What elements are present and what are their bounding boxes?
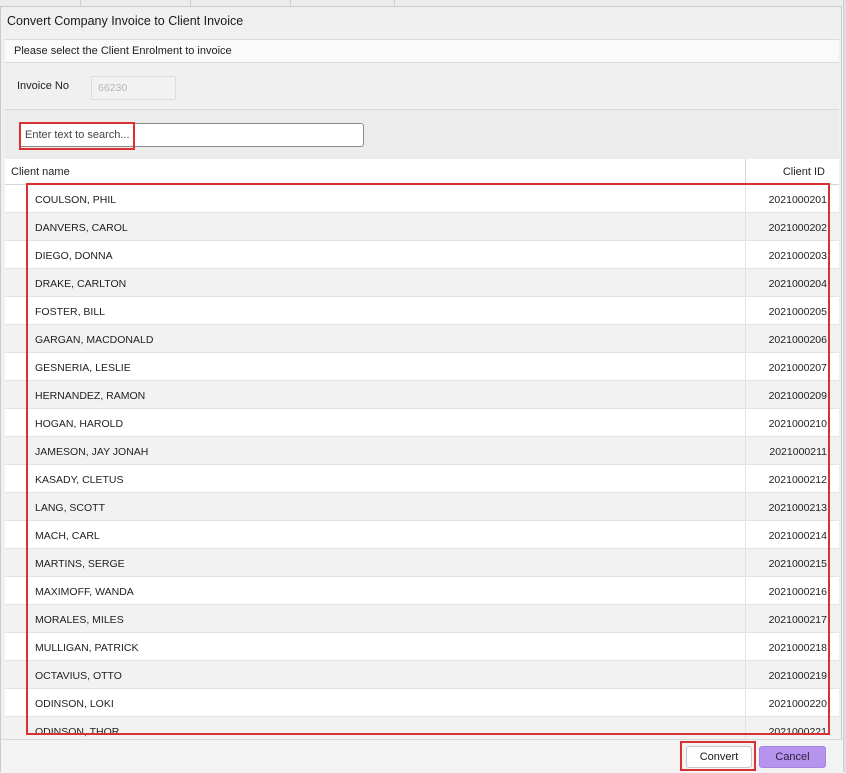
client-id-cell: 2021000217: [768, 614, 827, 626]
cell-divider: [745, 241, 746, 269]
table-row[interactable]: MARTINS, SERGE 2021000215: [5, 549, 839, 577]
search-box[interactable]: [19, 123, 364, 147]
grid-header: Client name Client ID: [5, 159, 839, 185]
client-name-cell: DRAKE, CARLTON: [35, 278, 127, 290]
cell-divider: [745, 297, 746, 325]
client-name-cell: ODINSON, THOR: [35, 726, 120, 738]
column-divider: [745, 159, 746, 185]
table-row[interactable]: FOSTER, BILL 2021000205: [5, 297, 839, 325]
cell-divider: [745, 437, 746, 465]
convert-invoice-dialog: Convert Company Invoice to Client Invoic…: [0, 6, 843, 773]
client-name-cell: HOGAN, HAROLD: [35, 418, 124, 430]
cell-divider: [745, 465, 746, 493]
table-row[interactable]: MORALES, MILES 2021000217: [5, 605, 839, 633]
table-row[interactable]: MACH, CARL 2021000214: [5, 521, 839, 549]
client-id-cell: 2021000206: [768, 334, 827, 346]
table-row[interactable]: ODINSON, THOR 2021000221: [5, 717, 839, 739]
cell-divider: [745, 353, 746, 381]
client-name-cell: MACH, CARL: [35, 530, 100, 542]
invoice-no-label: Invoice No: [17, 80, 69, 92]
table-row[interactable]: COULSON, PHIL 2021000201: [5, 185, 839, 213]
table-row[interactable]: DIEGO, DONNA 2021000203: [5, 241, 839, 269]
table-row[interactable]: JAMESON, JAY JONAH 2021000211: [5, 437, 839, 465]
cell-divider: [745, 717, 746, 739]
client-id-cell: 2021000203: [768, 250, 827, 262]
client-id-cell: 2021000219: [768, 670, 827, 682]
client-id-cell: 2021000218: [768, 642, 827, 654]
client-name-cell: MARTINS, SERGE: [35, 558, 125, 570]
client-id-cell: 2021000205: [768, 306, 827, 318]
client-id-cell: 2021000207: [768, 362, 827, 374]
table-row[interactable]: KASADY, CLETUS 2021000212: [5, 465, 839, 493]
table-row[interactable]: LANG, SCOTT 2021000213: [5, 493, 839, 521]
client-name-cell: COULSON, PHIL: [35, 194, 117, 206]
dialog-title: Convert Company Invoice to Client Invoic…: [7, 14, 244, 28]
client-id-cell: 2021000211: [769, 446, 827, 458]
client-name-cell: MAXIMOFF, WANDA: [35, 586, 134, 598]
client-id-cell: 2021000213: [768, 502, 827, 514]
invoice-no-field: 66230: [91, 76, 176, 100]
cell-divider: [745, 633, 746, 661]
client-id-cell: 2021000215: [768, 558, 827, 570]
client-name-cell: DIEGO, DONNA: [35, 250, 113, 262]
cell-divider: [745, 521, 746, 549]
client-id-cell: 2021000201: [768, 194, 827, 206]
client-name-cell: ODINSON, LOKI: [35, 698, 114, 710]
client-name-cell: DANVERS, CAROL: [35, 222, 128, 234]
client-id-cell: 2021000209: [768, 390, 827, 402]
column-header-client-id[interactable]: Client ID: [783, 166, 825, 178]
cell-divider: [745, 325, 746, 353]
client-name-cell: GARGAN, MACDONALD: [35, 334, 154, 346]
cell-divider: [745, 409, 746, 437]
cell-divider: [745, 689, 746, 717]
table-row[interactable]: MULLIGAN, PATRICK 2021000218: [5, 633, 839, 661]
instruction-bar: Please select the Client Enrolment to in…: [5, 39, 839, 63]
client-id-cell: 2021000221: [768, 726, 827, 738]
cell-divider: [745, 269, 746, 297]
table-row[interactable]: DANVERS, CAROL 2021000202: [5, 213, 839, 241]
search-panel: [5, 109, 839, 159]
client-name-cell: MULLIGAN, PATRICK: [35, 642, 139, 654]
table-row[interactable]: GESNERIA, LESLIE 2021000207: [5, 353, 839, 381]
client-name-cell: OCTAVIUS, OTTO: [35, 670, 122, 682]
table-row[interactable]: OCTAVIUS, OTTO 2021000219: [5, 661, 839, 689]
table-row[interactable]: ODINSON, LOKI 2021000220: [5, 689, 839, 717]
client-name-cell: JAMESON, JAY JONAH: [35, 446, 149, 458]
client-name-cell: HERNANDEZ, RAMON: [35, 390, 146, 402]
column-header-client-name[interactable]: Client name: [11, 166, 70, 178]
cell-divider: [745, 577, 746, 605]
client-id-cell: 2021000210: [768, 418, 827, 430]
cell-divider: [745, 661, 746, 689]
cell-divider: [745, 605, 746, 633]
instruction-text: Please select the Client Enrolment to in…: [14, 45, 232, 57]
client-name-cell: LANG, SCOTT: [35, 502, 106, 514]
cell-divider: [745, 381, 746, 409]
convert-button[interactable]: Convert: [686, 746, 752, 768]
client-id-cell: 2021000212: [768, 474, 827, 486]
cell-divider: [745, 493, 746, 521]
client-id-cell: 2021000214: [768, 530, 827, 542]
table-row[interactable]: HERNANDEZ, RAMON 2021000209: [5, 381, 839, 409]
client-id-cell: 2021000220: [768, 698, 827, 710]
cell-divider: [745, 185, 746, 213]
cell-divider: [745, 213, 746, 241]
table-row[interactable]: DRAKE, CARLTON 2021000204: [5, 269, 839, 297]
client-name-cell: FOSTER, BILL: [35, 306, 106, 318]
client-id-cell: 2021000202: [768, 222, 827, 234]
cell-divider: [745, 549, 746, 577]
cancel-button[interactable]: Cancel: [759, 746, 826, 768]
table-row[interactable]: HOGAN, HAROLD 2021000210: [5, 409, 839, 437]
table-row[interactable]: MAXIMOFF, WANDA 2021000216: [5, 577, 839, 605]
client-name-cell: MORALES, MILES: [35, 614, 124, 626]
client-name-cell: GESNERIA, LESLIE: [35, 362, 131, 374]
search-input[interactable]: [25, 125, 355, 145]
client-enrolment-grid: Client name Client ID COULSON, PHIL 20210…: [5, 159, 839, 739]
client-id-cell: 2021000204: [768, 278, 827, 290]
table-row[interactable]: GARGAN, MACDONALD 2021000206: [5, 325, 839, 353]
client-id-cell: 2021000216: [768, 586, 827, 598]
client-name-cell: KASADY, CLETUS: [35, 474, 124, 486]
grid-rows: COULSON, PHIL 2021000201 DANVERS, CAROL 20…: [5, 185, 839, 739]
